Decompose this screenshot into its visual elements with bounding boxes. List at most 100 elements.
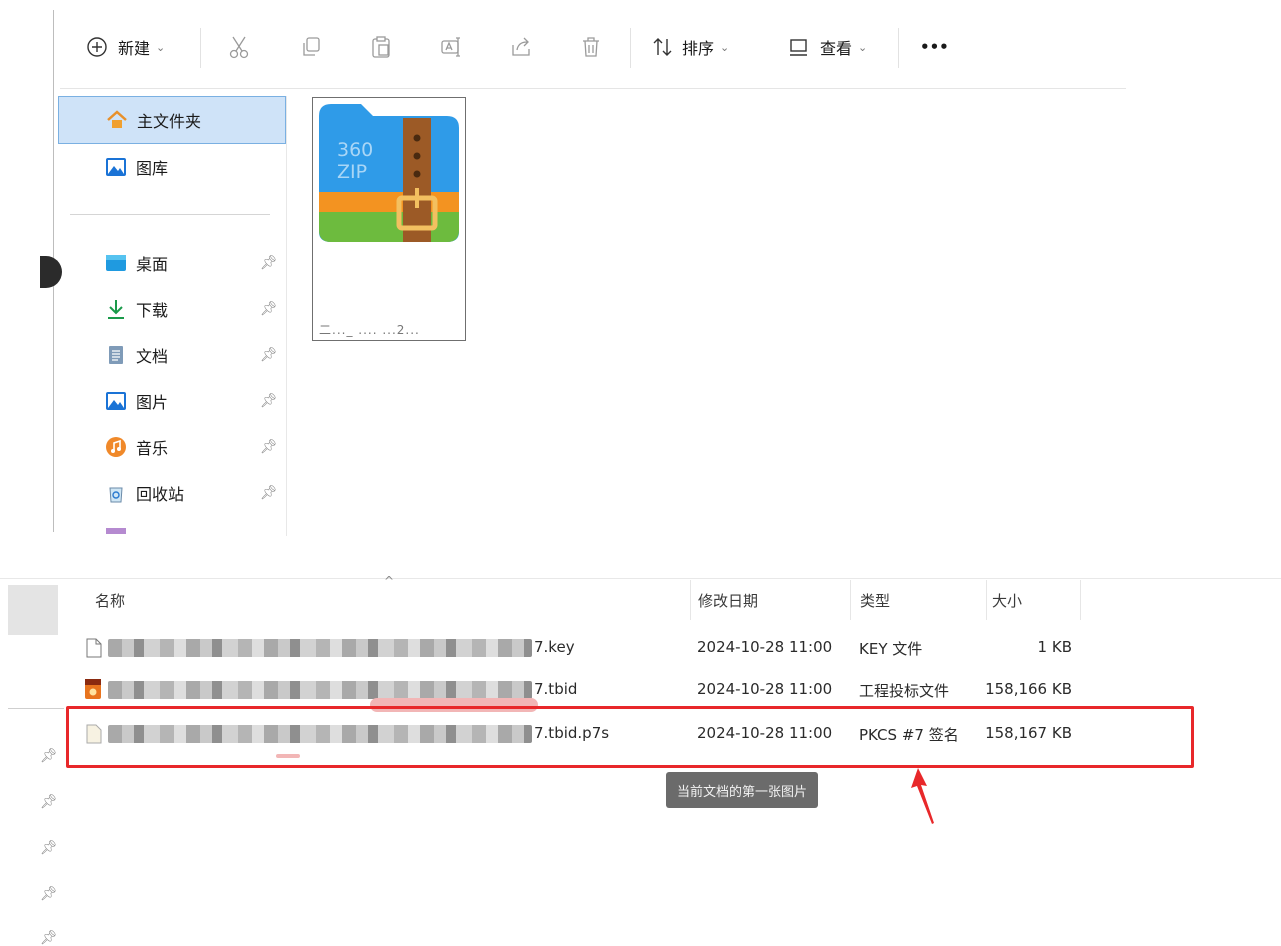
column-separator[interactable] bbox=[690, 580, 691, 620]
recycle-bin-icon bbox=[105, 482, 127, 504]
nav-item-label: 音乐 bbox=[136, 439, 169, 458]
file-type: KEY 文件 bbox=[859, 640, 923, 658]
nav-item-gallery[interactable]: 图库 bbox=[58, 144, 284, 190]
file-modified: 2024-10-28 11:00 bbox=[697, 638, 833, 656]
file-modified: 2024-10-28 11:00 bbox=[697, 680, 833, 698]
pin-icon[interactable]: 📌︎ bbox=[40, 840, 58, 856]
redacted-filename bbox=[108, 639, 532, 657]
pin-icon[interactable]: 📌︎ bbox=[40, 794, 58, 810]
music-icon bbox=[105, 436, 127, 458]
more-options-button[interactable]: ••• bbox=[920, 22, 949, 72]
column-header-modified[interactable]: 修改日期 bbox=[698, 590, 758, 611]
toolbar-separator bbox=[898, 28, 899, 68]
chevron-down-icon: ⌄ bbox=[858, 40, 868, 54]
nav-placeholder-block bbox=[8, 585, 58, 635]
chevron-down-icon: ⌄ bbox=[720, 40, 730, 54]
file-row[interactable]: 7.tbid 2024-10-28 11:00 工程投标文件 158,166 K… bbox=[72, 670, 1192, 710]
partial-nav-icon bbox=[106, 528, 126, 534]
toolbar-divider bbox=[60, 88, 1126, 89]
nav-item-recycle-bin[interactable]: 回收站 📌︎ bbox=[58, 470, 284, 516]
view-label: 查看 bbox=[820, 39, 853, 58]
nav-divider bbox=[8, 708, 64, 709]
rename-button[interactable] bbox=[438, 22, 464, 72]
logo-360-text: 360 bbox=[337, 139, 373, 161]
pin-icon[interactable]: 📌︎ bbox=[260, 255, 278, 271]
pin-icon[interactable]: 📌︎ bbox=[40, 886, 58, 902]
gallery-icon bbox=[105, 156, 127, 178]
sort-arrows-icon bbox=[653, 38, 672, 56]
nav-item-home[interactable]: 主文件夹 bbox=[58, 96, 286, 144]
file-size: 1 KB bbox=[1037, 638, 1072, 656]
nav-item-desktop[interactable]: 桌面 📌︎ bbox=[58, 240, 284, 286]
file-name-suffix: 7.key bbox=[534, 638, 575, 656]
command-bar: 新建 ⌄ 排序 ⌄ 查看 ⌄ ••• bbox=[78, 22, 978, 72]
nav-item-label: 回收站 bbox=[136, 485, 185, 504]
cut-button[interactable] bbox=[226, 22, 252, 72]
redacted-filename bbox=[108, 681, 532, 699]
nav-item-music[interactable]: 音乐 📌︎ bbox=[58, 424, 284, 470]
nav-divider bbox=[70, 214, 270, 215]
copy-icon bbox=[303, 37, 320, 56]
paste-button[interactable] bbox=[368, 22, 394, 72]
tile-filename: 二..._ .... ...2... bbox=[319, 323, 420, 337]
delete-button[interactable] bbox=[578, 22, 604, 72]
new-button[interactable]: 新建 ⌄ bbox=[84, 22, 165, 72]
home-icon bbox=[106, 109, 128, 131]
pin-icon[interactable]: 📌︎ bbox=[260, 301, 278, 317]
toolbar-separator bbox=[200, 28, 201, 68]
pin-icon[interactable]: 📌︎ bbox=[40, 748, 58, 764]
file-type: 工程投标文件 bbox=[859, 682, 950, 700]
nav-item-downloads[interactable]: 下载 📌︎ bbox=[58, 286, 284, 332]
desktop-icon bbox=[105, 252, 127, 274]
view-button[interactable]: 查看 ⌄ bbox=[786, 22, 867, 72]
file-row[interactable]: 7.key 2024-10-28 11:00 KEY 文件 1 KB bbox=[72, 628, 1192, 668]
pin-icon[interactable]: 📌︎ bbox=[40, 930, 58, 946]
nav-item-label: 图库 bbox=[136, 159, 169, 178]
red-arrow-icon bbox=[911, 768, 934, 824]
column-header-size[interactable]: 大小 bbox=[992, 590, 1022, 611]
column-separator[interactable] bbox=[986, 580, 987, 620]
sort-button[interactable]: 排序 ⌄ bbox=[650, 22, 729, 72]
nav-item-label: 主文件夹 bbox=[137, 112, 202, 131]
scissors-icon bbox=[229, 36, 249, 59]
rename-icon bbox=[441, 37, 460, 57]
toolbar-separator bbox=[630, 28, 631, 68]
zip-file-tile[interactable]: 360 ZIP 二..._ .... ...2... bbox=[312, 97, 466, 341]
column-separator[interactable] bbox=[1080, 580, 1081, 620]
tooltip: 当前文档的第一张图片 bbox=[666, 772, 818, 808]
document-icon bbox=[105, 344, 127, 366]
clipboard-icon bbox=[372, 36, 390, 58]
nav-item-documents[interactable]: 文档 📌︎ bbox=[58, 332, 284, 378]
column-separator[interactable] bbox=[850, 580, 851, 620]
zip-archive-icon: 360 ZIP bbox=[319, 104, 459, 242]
nav-item-label: 文档 bbox=[136, 347, 169, 366]
pin-icon[interactable]: 📌︎ bbox=[260, 347, 278, 363]
share-button[interactable] bbox=[508, 22, 534, 72]
pin-icon[interactable]: 📌︎ bbox=[260, 485, 278, 501]
nav-item-label: 下载 bbox=[136, 301, 169, 320]
chevron-down-icon: ⌄ bbox=[156, 40, 166, 54]
sort-label: 排序 bbox=[682, 39, 715, 58]
bid-file-icon bbox=[85, 679, 101, 699]
logo-zip-text: ZIP bbox=[337, 161, 367, 183]
sort-caret-icon: ^ bbox=[384, 574, 395, 588]
view-icon bbox=[790, 39, 807, 56]
column-header-name[interactable]: 名称 bbox=[95, 590, 125, 611]
blank-file-icon bbox=[86, 638, 102, 658]
nav-item-label: 图片 bbox=[136, 393, 169, 412]
details-top-border bbox=[0, 578, 1281, 579]
pin-icon[interactable]: 📌︎ bbox=[260, 393, 278, 409]
nav-pane-border bbox=[286, 96, 287, 536]
trash-icon bbox=[583, 37, 599, 57]
file-size: 158,166 KB bbox=[985, 680, 1072, 698]
copy-button[interactable] bbox=[298, 22, 324, 72]
nav-item-label: 桌面 bbox=[136, 255, 169, 274]
share-icon bbox=[512, 37, 530, 56]
column-header-type[interactable]: 类型 bbox=[860, 590, 890, 611]
nav-item-pictures[interactable]: 图片 📌︎ bbox=[58, 378, 284, 424]
navigation-pane: 主文件夹 图库 桌面 📌︎ 下载 📌︎ 文档 📌︎ 图片 📌︎ 音乐 📌︎ 回收… bbox=[58, 96, 288, 536]
pin-icon[interactable]: 📌︎ bbox=[260, 439, 278, 455]
highlight-box bbox=[66, 706, 1194, 768]
download-arrow-icon bbox=[105, 298, 127, 320]
plus-circle-icon bbox=[87, 37, 107, 57]
